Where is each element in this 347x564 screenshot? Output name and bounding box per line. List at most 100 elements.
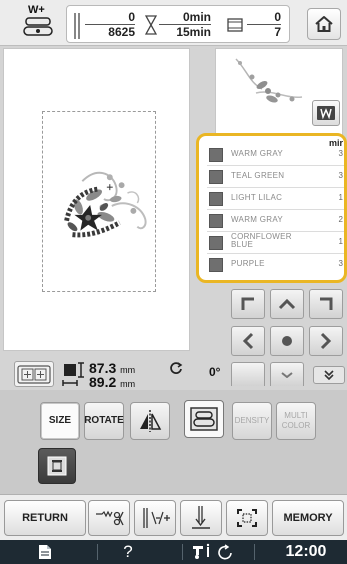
thread-color-name: CORNFLOWER BLUE (231, 232, 292, 249)
help-button[interactable]: ? (108, 540, 148, 564)
tension-button[interactable] (134, 500, 176, 536)
thread-color-minutes: 2 (338, 215, 343, 224)
stitch-count: 0 (128, 10, 135, 24)
home-button[interactable] (307, 8, 341, 40)
density-button[interactable]: DENSITY (232, 402, 272, 440)
move-up-button[interactable] (270, 289, 304, 319)
embroidery-frame-display-button[interactable] (14, 361, 54, 387)
needle-down-icon (192, 506, 210, 529)
embroidery-pattern-image (64, 171, 147, 238)
pattern-width: 89.2 mm (89, 374, 135, 390)
rotation-icon (170, 362, 183, 374)
settings-button[interactable] (190, 540, 236, 564)
return-button[interactable]: RETURN (4, 500, 86, 536)
pattern-thumbnail (215, 48, 343, 144)
thread-cut-button[interactable] (88, 500, 130, 536)
move-down-left-button[interactable] (231, 362, 265, 386)
color-list-item[interactable]: TEAL GREEN 3 (207, 166, 344, 188)
pattern-width-value: 89.2 (89, 374, 117, 390)
thread-swatch (209, 148, 223, 162)
border-button[interactable] (184, 400, 224, 438)
help-label: ? (123, 542, 133, 561)
center-dot-icon (282, 336, 292, 346)
embroidery-preview[interactable] (3, 48, 190, 351)
expand-panel-button[interactable] (313, 366, 345, 384)
thread-spool-icon (47, 456, 67, 476)
clock: 12:00 (270, 540, 342, 564)
presser-foot-indicator: W+ (22, 4, 58, 42)
presser-foot-border-icon (190, 407, 218, 431)
mirror-button[interactable] (130, 402, 170, 440)
trial-button[interactable] (226, 500, 268, 536)
time-total: 15min (176, 25, 211, 39)
thread-spool-icon (227, 18, 243, 32)
pattern-width-unit: mm (120, 379, 136, 389)
thread-color-name: WARM GRAY (231, 149, 284, 158)
chevron-up-icon (278, 298, 296, 310)
thread-color-minutes: 1 (338, 193, 343, 202)
chevron-left-icon (242, 332, 254, 350)
color-counter: 0 7 (247, 10, 281, 40)
multi-color-button[interactable]: MULTI COLOR (276, 402, 316, 440)
system-bar: ? 12:00 (0, 540, 347, 564)
thread-color-minutes: 3 (338, 149, 343, 158)
embroidery-frame-outline (42, 111, 156, 292)
color-total: 7 (274, 25, 281, 39)
thread-color-minutes: 3 (338, 171, 343, 180)
move-right-button[interactable] (309, 326, 343, 356)
move-up-left-button[interactable] (231, 289, 265, 319)
memory-button-label: MEMORY (283, 512, 333, 524)
pattern-size-icon (62, 362, 84, 386)
rotate-button[interactable]: ROTATE (84, 402, 124, 440)
home-icon (315, 16, 333, 32)
edit-panel: SIZE ROTATE DENSITY MULTI COLOR (0, 390, 347, 494)
corner-up-right-icon (320, 297, 333, 310)
document-button[interactable] (30, 540, 60, 564)
thread-color-name: PURPLE (231, 259, 265, 268)
frame-trace-icon (237, 509, 257, 527)
thread-color-list[interactable]: mir WARM GRAY 3 TEAL GREEN 3 LIGHT LILAC… (196, 133, 347, 283)
return-button-label: RETURN (22, 512, 68, 524)
center-button[interactable] (270, 326, 304, 356)
size-button-label: SIZE (48, 415, 72, 426)
thread-swatch (209, 192, 223, 206)
color-list-item[interactable]: WARM GRAY 2 (207, 210, 344, 232)
multi-color-button-label: MULTI COLOR (281, 411, 311, 430)
stitch-total: 8625 (108, 25, 135, 39)
frame-size-icon (17, 365, 51, 384)
time-counter: 0min 15min (159, 10, 211, 40)
color-list-item[interactable]: CORNFLOWER BLUE 1 (207, 232, 344, 254)
presser-foot-icon (23, 17, 53, 36)
machine-settings-icon (193, 543, 232, 560)
thread-tension-icon (143, 508, 170, 528)
thread-swatch (209, 214, 223, 228)
needle-view-icon (317, 106, 335, 120)
move-up-right-button[interactable] (309, 289, 343, 319)
pattern-thumbnail-image (235, 58, 303, 103)
size-button[interactable]: SIZE (40, 402, 80, 440)
thread-swatch (209, 236, 223, 250)
color-current: 0 (274, 10, 281, 24)
time-elapsed: 0min (182, 10, 211, 24)
thread-color-name: LIGHT LILAC (231, 193, 283, 202)
move-left-button[interactable] (231, 326, 265, 356)
rotation-angle: 0° (209, 365, 221, 379)
corner-up-left-icon (241, 297, 254, 310)
thread-list-button[interactable] (38, 448, 76, 484)
needle-icon (74, 13, 80, 39)
clock-time: 12:00 (285, 543, 327, 560)
rotate-button-label: ROTATE (84, 415, 124, 426)
color-list-item[interactable]: WARM GRAY 3 (207, 144, 344, 166)
thread-swatch (209, 170, 223, 184)
hourglass-icon (145, 15, 157, 35)
presser-foot-label: W+ (28, 4, 45, 16)
needle-position-button[interactable] (180, 500, 222, 536)
stitch-counter: 0 8625 (85, 10, 135, 40)
color-list-item[interactable]: PURPLE 3 (207, 254, 344, 276)
thread-color-name: TEAL GREEN (231, 171, 285, 180)
move-down-button[interactable] (270, 362, 304, 386)
thumbnail-view-button[interactable] (312, 100, 340, 126)
mirror-image-icon (140, 410, 162, 432)
memory-button[interactable]: MEMORY (272, 500, 344, 536)
color-list-item[interactable]: LIGHT LILAC 1 (207, 188, 344, 210)
